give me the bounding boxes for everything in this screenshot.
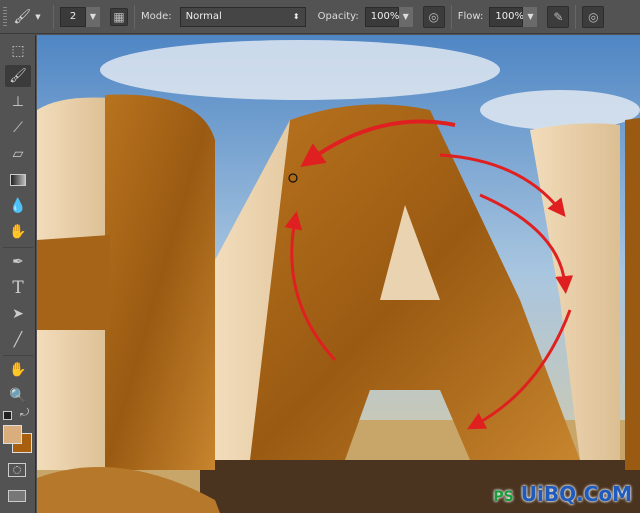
chevron-down-icon: ▼	[86, 6, 100, 27]
swap-colors-icon[interactable]: ⤾	[20, 407, 29, 419]
zoom-tool-icon[interactable]: 🔍	[5, 385, 31, 407]
gradient-tool-icon[interactable]	[5, 169, 31, 191]
opacity-label: Opacity:	[317, 11, 359, 22]
hay-letters-artwork	[37, 35, 640, 513]
mode-label: Mode:	[141, 11, 172, 22]
screen-mode-icon[interactable]	[8, 490, 26, 502]
flow-field[interactable]: 100% ▼	[489, 6, 538, 27]
opacity-value[interactable]: 100%	[364, 6, 399, 27]
chevron-down-icon: ▼	[35, 12, 41, 21]
smudge-tool-icon[interactable]: ✋	[5, 221, 31, 243]
divider	[450, 4, 452, 29]
brush-size-value: 2	[60, 6, 86, 27]
brush-icon: 🖌	[13, 8, 32, 25]
foreground-color-swatch[interactable]	[3, 425, 22, 444]
document-canvas[interactable]: PS UiBQ.CoM	[37, 35, 640, 513]
flow-value[interactable]: 100%	[489, 6, 524, 27]
hand-tool-icon[interactable]: ✋	[5, 359, 31, 381]
watermark-text: UiBQ.CoM	[520, 482, 632, 506]
updown-icon: ⬍	[292, 12, 300, 21]
path-selection-tool-icon[interactable]: ➤	[5, 303, 31, 325]
clone-stamp-tool-icon[interactable]: ⊥	[5, 91, 31, 113]
divider	[134, 4, 135, 29]
mode-select[interactable]: Normal ⬍	[179, 6, 306, 27]
brush-tool-icon[interactable]: 🖌	[5, 65, 31, 87]
airbrush-icon[interactable]: ✎	[547, 5, 570, 28]
marquee-tool-icon[interactable]: ⬚	[5, 40, 31, 62]
opacity-field[interactable]: 100% ▼	[364, 6, 413, 27]
quick-mask-icon[interactable]	[8, 463, 26, 477]
divider	[575, 4, 577, 29]
options-bar: 🖌 ▼ 2 ▼ ▦ Mode: Normal ⬍ Opacity: 100% ▼ ◎ …	[0, 0, 640, 34]
brush-panel-toggle-icon[interactable]: ▦	[110, 7, 128, 26]
blur-tool-icon[interactable]: 💧	[5, 195, 31, 217]
chevron-down-icon[interactable]: ▼	[523, 6, 538, 27]
history-brush-tool-icon[interactable]: ⟋	[5, 117, 31, 139]
flow-label: Flow:	[457, 11, 484, 22]
divider	[3, 247, 33, 248]
brush-size-picker[interactable]: 2 ▼	[60, 6, 100, 27]
line-tool-icon[interactable]: ╱	[5, 329, 31, 351]
mode-value: Normal	[185, 11, 222, 22]
toolbox: ⬚ 🖌 ⊥ ⟋ ▱ 💧 ✋ ✒ T ➤ ╱ ✋ 🔍 ⤾	[0, 35, 36, 513]
divider	[3, 355, 33, 356]
chevron-down-icon[interactable]: ▼	[398, 6, 413, 27]
divider	[53, 4, 54, 29]
eraser-tool-icon[interactable]: ▱	[5, 143, 31, 165]
pressure-opacity-icon[interactable]: ◎	[422, 5, 445, 28]
watermark: PS UiBQ.CoM	[493, 482, 632, 509]
ps-logo: PS	[493, 489, 514, 505]
type-tool-icon[interactable]: T	[5, 277, 31, 299]
default-colors-icon[interactable]	[3, 411, 12, 420]
brush-tool-preset-picker[interactable]: 🖌 ▼	[7, 9, 47, 25]
pressure-size-icon[interactable]: ◎	[582, 5, 605, 28]
pen-tool-icon[interactable]: ✒	[5, 251, 31, 273]
